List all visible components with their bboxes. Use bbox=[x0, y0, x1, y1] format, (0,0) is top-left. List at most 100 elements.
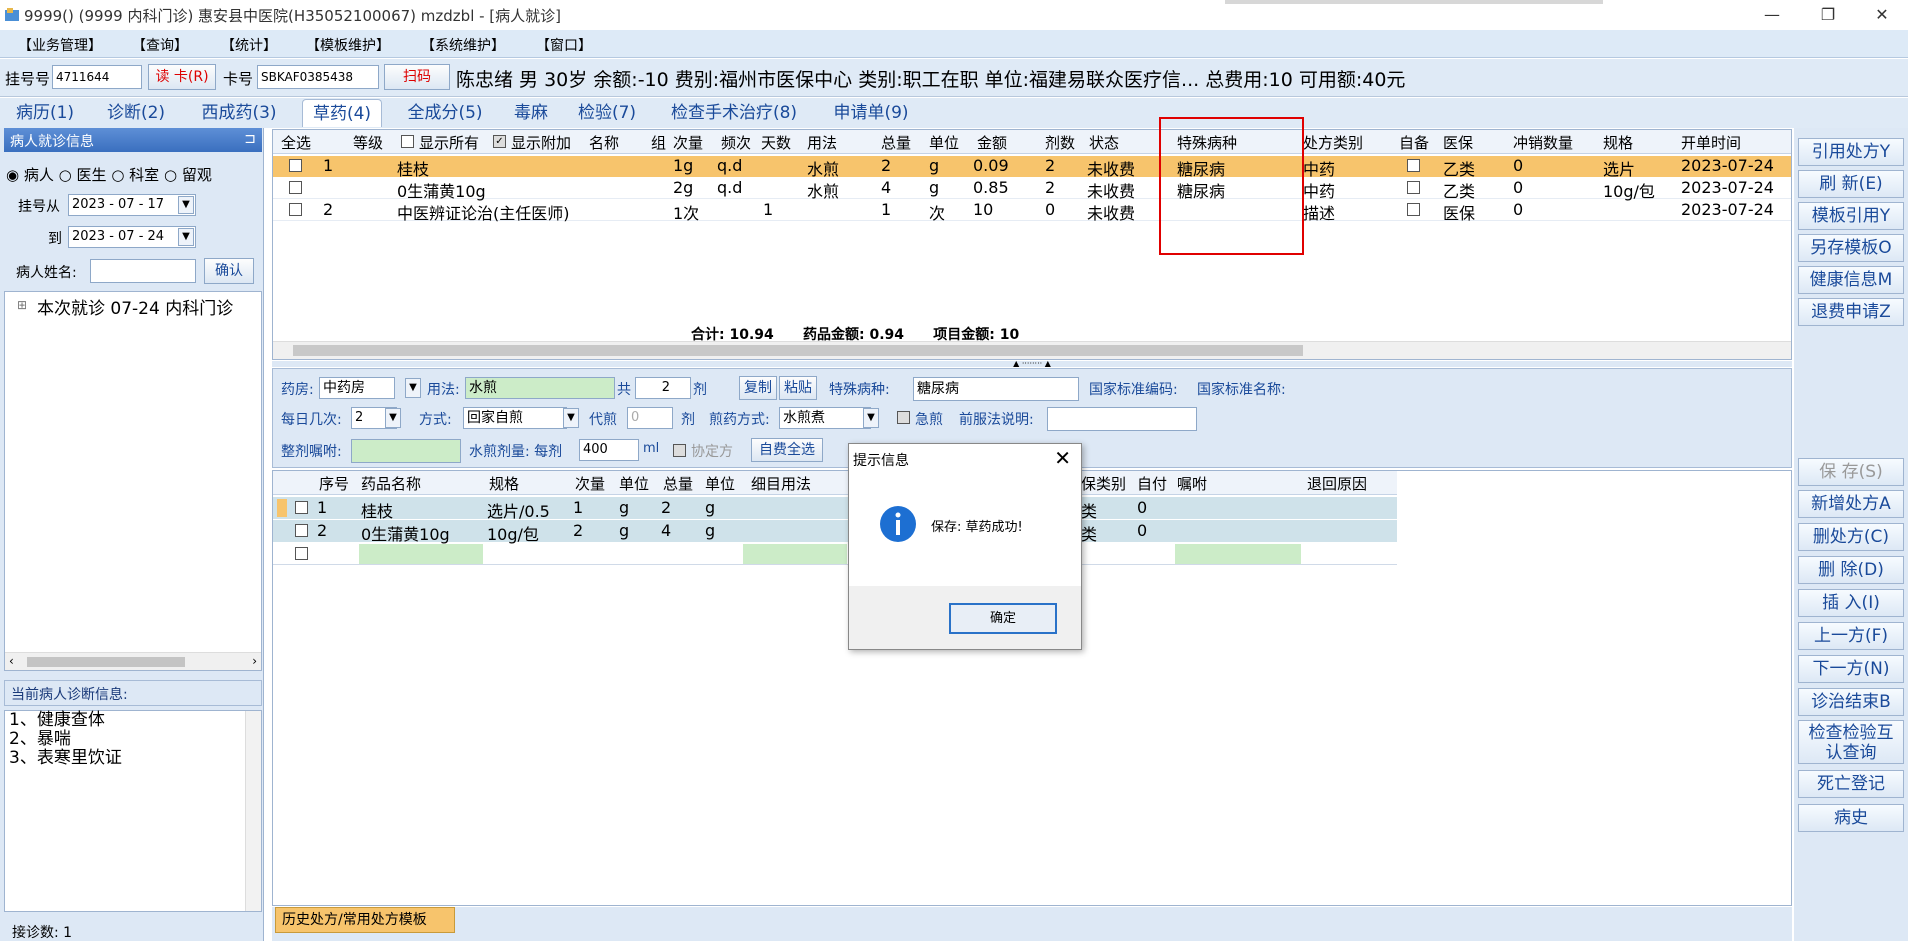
radio-patient[interactable]: ◉ 病人 bbox=[6, 166, 54, 184]
radio-observation[interactable]: ○ 留观 bbox=[164, 166, 212, 184]
tab-exam-surgery[interactable]: 检查手术治疗(8) bbox=[664, 99, 804, 127]
copy-button[interactable]: 复制 bbox=[739, 376, 777, 400]
tab-diagnosis[interactable]: 诊断(2) bbox=[99, 99, 173, 127]
vertical-scrollbar[interactable] bbox=[245, 711, 261, 911]
tab-record[interactable]: 病历(1) bbox=[8, 99, 82, 127]
amount-input[interactable]: 400 bbox=[579, 439, 639, 461]
splitter[interactable]: ▲ ········ ▲ bbox=[272, 360, 1792, 368]
row-checkbox[interactable] bbox=[289, 159, 302, 172]
template-reference-button[interactable]: 模板引用Y bbox=[1798, 202, 1904, 230]
ok-button[interactable]: 确定 bbox=[949, 603, 1057, 634]
chevron-down-icon[interactable]: ▼ bbox=[178, 196, 194, 214]
tree-item-current-visit[interactable]: 本次就诊 07-24 内科门诊 bbox=[37, 294, 233, 319]
chevron-down-icon[interactable]: ▼ bbox=[863, 408, 879, 428]
confirm-button[interactable]: 确认 bbox=[204, 258, 254, 284]
new-usage-cell[interactable] bbox=[743, 544, 847, 564]
date-to-input[interactable]: 2023 - 07 - 24 bbox=[68, 226, 196, 248]
horizontal-scrollbar[interactable] bbox=[273, 341, 1791, 359]
table-row[interactable]: 0生蒲黄10g 2g q.d 水煎 4 g 0.85 2 未收费 糖尿病 中药 … bbox=[273, 178, 1791, 201]
row-checkbox[interactable] bbox=[295, 501, 308, 514]
pharmacy-select[interactable]: 中药房 bbox=[319, 377, 395, 399]
restore-button[interactable]: ❐ bbox=[1808, 2, 1848, 28]
horizontal-scrollbar[interactable]: ‹ › bbox=[5, 652, 261, 670]
tab-application[interactable]: 申请单(9) bbox=[826, 99, 916, 127]
row-checkbox[interactable] bbox=[295, 524, 308, 537]
reference-prescription-button[interactable]: 引用处方Y bbox=[1798, 138, 1904, 166]
total-packets-input[interactable]: 2 bbox=[635, 377, 691, 399]
row-checkbox[interactable] bbox=[289, 203, 302, 216]
chevron-down-icon[interactable]: ▼ bbox=[405, 378, 421, 398]
close-icon[interactable]: ✕ bbox=[1054, 446, 1071, 470]
previous-prescription-button[interactable]: 上一方(F) bbox=[1798, 622, 1904, 650]
medical-history-button[interactable]: 病史 bbox=[1798, 804, 1904, 832]
pre-usage-input[interactable] bbox=[1047, 407, 1197, 431]
tab-full-component[interactable]: 全成分(5) bbox=[399, 99, 491, 127]
radio-doctor[interactable]: ○ 医生 bbox=[59, 166, 107, 184]
table-row[interactable] bbox=[273, 543, 1397, 565]
menu-template[interactable]: 【模板维护】 bbox=[306, 35, 390, 55]
new-instruction-cell[interactable] bbox=[1175, 544, 1301, 564]
urgent-checkbox[interactable] bbox=[897, 411, 910, 424]
show-all-checkbox[interactable] bbox=[401, 135, 414, 148]
death-registration-button[interactable]: 死亡登记 bbox=[1798, 770, 1904, 798]
save-button[interactable]: 保 存(S) bbox=[1798, 458, 1904, 486]
decoct-way-select[interactable]: 水煎煮 bbox=[779, 407, 871, 429]
menu-window[interactable]: 【窗口】 bbox=[536, 35, 592, 55]
self-supply-checkbox[interactable] bbox=[1407, 181, 1420, 194]
usage-input[interactable]: 水煎 bbox=[465, 377, 615, 399]
special-disease-input[interactable]: 糖尿病 bbox=[913, 377, 1079, 401]
method-select[interactable]: 回家自煎 bbox=[463, 407, 567, 429]
insert-button[interactable]: 插 入(I) bbox=[1798, 589, 1904, 617]
row-checkbox[interactable] bbox=[289, 181, 302, 194]
chevron-down-icon[interactable]: ▼ bbox=[385, 408, 401, 428]
patient-name-input[interactable] bbox=[90, 259, 196, 283]
mutual-recognition-query-button[interactable]: 检查检验互认查询 bbox=[1798, 720, 1904, 764]
tab-western[interactable]: 西成药(3) bbox=[193, 99, 285, 127]
menu-query[interactable]: 【查询】 bbox=[132, 35, 188, 55]
self-supply-checkbox[interactable] bbox=[1407, 203, 1420, 216]
refresh-button[interactable]: 刷 新(E) bbox=[1798, 170, 1904, 198]
read-card-button[interactable]: 读 卡(R) bbox=[148, 64, 216, 90]
close-window-button[interactable]: ✕ bbox=[1862, 2, 1902, 28]
health-info-button[interactable]: 健康信息M bbox=[1798, 266, 1904, 294]
tab-herbal[interactable]: 草药(4) bbox=[302, 99, 382, 127]
self-supply-checkbox[interactable] bbox=[1407, 159, 1420, 172]
self-pay-select-all-button[interactable]: 自费全选 bbox=[751, 438, 823, 462]
table-row[interactable]: 2 中医辨证论治(主任医师) 1次 1 1 次 10 0 未收费 描述 医保 0… bbox=[273, 200, 1791, 223]
delete-button[interactable]: 删 除(D) bbox=[1798, 556, 1904, 584]
menu-business[interactable]: 【业务管理】 bbox=[18, 35, 102, 55]
menu-stats[interactable]: 【统计】 bbox=[221, 35, 277, 55]
table-row[interactable]: 2 0生蒲黄10g 10g/包 2 g 4 g 类 0 bbox=[273, 520, 1397, 544]
minimize-button[interactable]: — bbox=[1752, 2, 1792, 28]
tab-lab[interactable]: 检验(7) bbox=[570, 99, 644, 127]
next-prescription-button[interactable]: 下一方(N) bbox=[1798, 655, 1904, 683]
pin-icon[interactable]: ⊐ bbox=[244, 131, 256, 147]
row-checkbox[interactable] bbox=[295, 547, 308, 560]
table-row[interactable]: 1 桂枝 1g q.d 水煎 2 g 0.09 2 未收费 糖尿病 中药 乙类 … bbox=[273, 156, 1791, 179]
chevron-down-icon[interactable]: ▼ bbox=[563, 408, 579, 428]
new-prescription-button[interactable]: 新增处方A bbox=[1798, 490, 1904, 518]
scroll-thumb[interactable] bbox=[27, 657, 185, 667]
header-select-all[interactable]: 全选 bbox=[281, 132, 311, 153]
new-drug-cell[interactable] bbox=[359, 544, 483, 564]
agreement-checkbox[interactable] bbox=[673, 444, 686, 457]
table-row[interactable]: 1 桂枝 选片/0.5 1 g 2 g 类 0 bbox=[273, 497, 1397, 521]
history-template-tab[interactable]: 历史处方/常用处方模板 bbox=[275, 907, 455, 933]
whole-instruction-input[interactable] bbox=[351, 439, 461, 463]
scroll-thumb[interactable] bbox=[293, 345, 1303, 356]
paste-button[interactable]: 粘贴 bbox=[779, 376, 817, 400]
finish-treatment-button[interactable]: 诊治结束B bbox=[1798, 688, 1904, 716]
menu-system[interactable]: 【系统维护】 bbox=[421, 35, 505, 55]
delete-prescription-button[interactable]: 删处方(C) bbox=[1798, 523, 1904, 551]
save-as-template-button[interactable]: 另存模板O bbox=[1798, 234, 1904, 262]
chevron-down-icon[interactable]: ▼ bbox=[178, 228, 194, 246]
tab-narcotic[interactable]: 毒麻 bbox=[508, 99, 554, 127]
radio-department[interactable]: ○ 科室 bbox=[111, 166, 159, 184]
show-extra-checkbox[interactable]: ✓ bbox=[493, 135, 506, 148]
reg-no-input[interactable]: 4711644 bbox=[52, 65, 142, 89]
card-no-input[interactable]: SBKAF0385438 bbox=[257, 65, 379, 89]
decoct-packets-input[interactable]: 0 bbox=[627, 407, 673, 429]
scan-button[interactable]: 扫码 bbox=[384, 64, 450, 90]
expand-icon[interactable]: ⊞ bbox=[17, 298, 27, 312]
date-from-input[interactable]: 2023 - 07 - 17 bbox=[68, 194, 196, 216]
